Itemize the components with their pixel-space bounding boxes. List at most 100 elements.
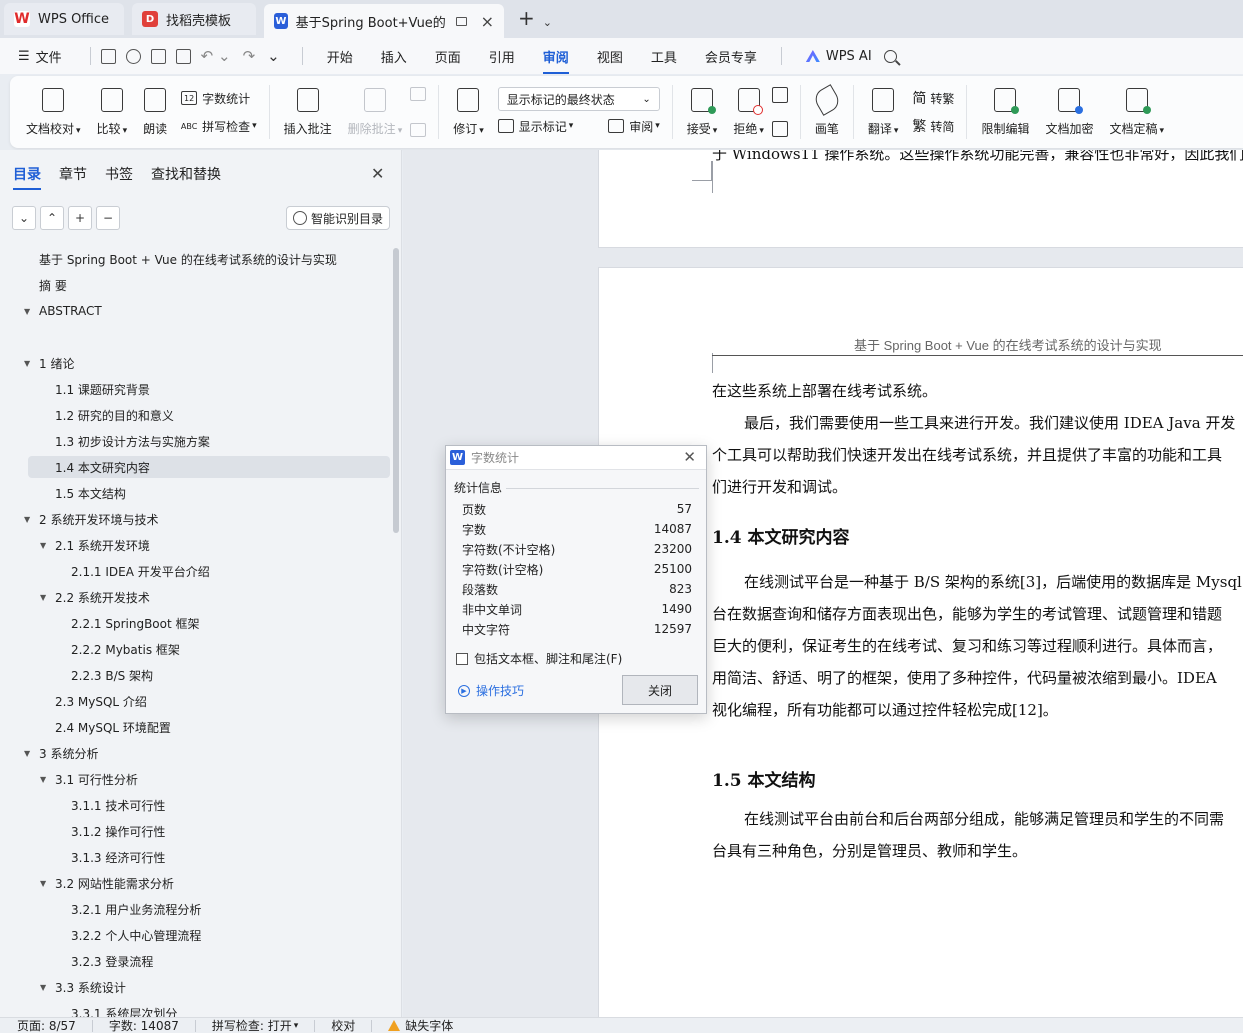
spell-check-button[interactable]: ABC 拼写检查 ▾ [181,115,257,137]
toc-item[interactable]: ▼ 2.1 系统开发环境 [40,534,150,556]
toc-item[interactable]: ▼ 2.2 系统开发技术 [40,586,150,608]
menu-view[interactable]: 视图 [597,47,623,66]
toc-item[interactable]: 1.5 本文结构 [55,482,126,504]
tab-document[interactable]: W 基于Spring Boot+Vue的在线 × [264,4,504,38]
tab-sections[interactable]: 章节 [59,164,87,188]
tab-toc[interactable]: 目录 [13,164,41,190]
new-tab-plus-icon[interactable]: + [518,6,535,30]
toc-item[interactable]: 基于 Spring Boot + Vue 的在线考试系统的设计与实现 [39,248,337,270]
tab-find-replace[interactable]: 查找和替换 [151,164,221,188]
toc-item[interactable]: ▼ 3.3 系统设计 [40,976,126,998]
redo-icon[interactable]: ↷ [243,47,256,65]
restrict-edit-button[interactable]: 限制编辑 [981,87,1029,137]
toc-item[interactable]: 3.1.3 经济可行性 [71,846,165,868]
toc-item[interactable]: 3.1.2 操作可行性 [71,820,165,842]
compare-button[interactable]: 比较 ▾ [97,87,127,137]
previous-change-icon[interactable] [771,87,788,103]
close-icon[interactable]: ✕ [371,164,384,183]
accept-button[interactable]: 接受 ▾ [687,87,717,137]
add-heading-icon[interactable]: + [68,206,92,230]
toc-item[interactable]: 3.2.2 个人中心管理流程 [71,924,201,946]
monitor-icon[interactable] [456,16,467,26]
next-comment-icon[interactable] [410,123,427,137]
toc-item[interactable]: 2.3 MySQL 介绍 [55,690,147,712]
toc-item[interactable]: 2.2.1 SpringBoot 框架 [71,612,200,634]
toc-item[interactable]: ▼ 3 系统分析 [24,742,98,764]
toc-item[interactable]: 1.2 研究的目的和意义 [55,404,174,426]
toc-item-selected[interactable]: 1.4 本文研究内容 [28,456,390,478]
expand-triangle-icon[interactable]: ▼ [40,879,46,888]
toc-item[interactable]: 2.2.3 B/S 架构 [71,664,153,686]
expand-triangle-icon[interactable]: ▼ [40,593,46,602]
reject-button[interactable]: 拒绝 ▾ [733,87,764,137]
toc-item[interactable]: ▼ 1 绪论 [24,352,74,374]
menu-page[interactable]: 页面 [435,47,461,66]
search-icon[interactable] [883,49,897,63]
toc-item[interactable]: 摘 要 [39,274,67,296]
toc-item[interactable]: 3.2.1 用户业务流程分析 [71,898,201,920]
proof-indicator[interactable]: 校对 [331,1017,355,1033]
translate-button[interactable]: 翻译 ▾ [868,87,898,137]
menu-start[interactable]: 开始 [327,47,353,66]
print-preview-icon[interactable] [175,48,191,64]
toc-item[interactable]: 1.1 课题研究背景 [55,378,150,400]
expand-triangle-icon[interactable]: ▼ [40,983,46,992]
menu-insert[interactable]: 插入 [381,47,407,66]
toc-item[interactable]: ▼ 3.2 网站性能需求分析 [40,872,174,894]
page-indicator[interactable]: 页面: 8/57 [17,1017,76,1033]
toc-item[interactable]: 3.3.1 系统层次划分 [71,1002,177,1018]
toc-item[interactable]: ▼ ABSTRACT [24,300,102,322]
smart-toc-button[interactable]: 智能识别目录 [286,206,390,230]
toc-item[interactable]: ▼ 2 系统开发环境与技术 [24,508,158,530]
tab-docer-templates[interactable]: D 找稻壳模板 [132,3,256,35]
undo-icon[interactable]: ↶ ⌄ [201,47,231,65]
read-aloud-button[interactable]: 朗读 [143,87,167,137]
chevron-down-icon[interactable]: ⌄ [543,16,552,29]
finalize-button[interactable]: 文档定稿 ▾ [1109,87,1164,137]
expand-triangle-icon[interactable]: ▼ [40,541,46,550]
dialog-titlebar[interactable]: W 字数统计 [446,446,706,470]
wps-ai-button[interactable]: WPS AI [805,49,872,64]
include-textbox-checkbox[interactable]: 包括文本框、脚注和尾注(F) [456,650,622,667]
next-change-icon[interactable] [771,121,788,137]
save-icon[interactable] [100,48,116,64]
delete-comment-button[interactable]: 删除批注 ▾ [348,87,402,137]
encrypt-button[interactable]: 文档加密 [1045,87,1093,137]
checkbox-box[interactable] [456,652,468,665]
toc-item[interactable]: 2.4 MySQL 环境配置 [55,716,171,738]
remove-heading-icon[interactable]: − [96,206,120,230]
review-pane-button[interactable]: 审阅 ▾ [608,118,660,135]
menu-member[interactable]: 会员专享 [705,47,757,66]
tab-bookmarks[interactable]: 书签 [105,164,133,188]
doc-proof-button[interactable]: 文档校对 ▾ [26,87,81,137]
share-icon[interactable] [125,48,141,64]
toc-item[interactable]: 1.3 初步设计方法与实施方案 [55,430,210,452]
to-traditional-button[interactable]: 简 转繁 [912,87,954,109]
toc-item[interactable]: 3.1.1 技术可行性 [71,794,165,816]
missing-font-indicator[interactable]: 缺失字体 [388,1017,453,1033]
previous-comment-icon[interactable] [410,87,427,101]
tab-wps-office[interactable]: W WPS Office [4,3,124,35]
menu-reference[interactable]: 引用 [489,47,515,66]
expand-triangle-icon[interactable]: ▼ [24,307,30,316]
toc-item[interactable]: 3.2.3 登录流程 [71,950,153,972]
close-button[interactable]: 关闭 [622,675,698,705]
word-count-button[interactable]: 12 字数统计 [181,87,257,109]
close-tab-icon[interactable]: × [481,12,494,31]
to-simplified-button[interactable]: 繁 转简 [912,115,954,137]
expand-triangle-icon[interactable]: ▼ [24,515,30,524]
file-menu[interactable]: ☰ 文件 [18,47,62,66]
revise-button[interactable]: 修订 ▾ [453,87,484,137]
toc-scrollbar[interactable] [393,248,399,533]
toc-item[interactable]: ▼ 3.1 可行性分析 [40,768,138,790]
pen-button[interactable]: 画笔 [811,83,843,137]
expand-down-icon[interactable]: ⌄ [12,206,36,230]
menu-review[interactable]: 审阅 [542,47,569,74]
word-count-indicator[interactable]: 字数: 14087 [109,1017,179,1033]
expand-triangle-icon[interactable]: ▼ [24,359,30,368]
show-markup-button[interactable]: 显示标记 ▾ [497,118,573,135]
close-icon[interactable]: ✕ [683,448,696,466]
spell-check-indicator[interactable]: 拼写检查: 打开 ▾ [212,1017,298,1033]
tips-link[interactable]: ▶ 操作技巧 [458,682,524,699]
collapse-up-icon[interactable]: ⌃ [40,206,64,230]
